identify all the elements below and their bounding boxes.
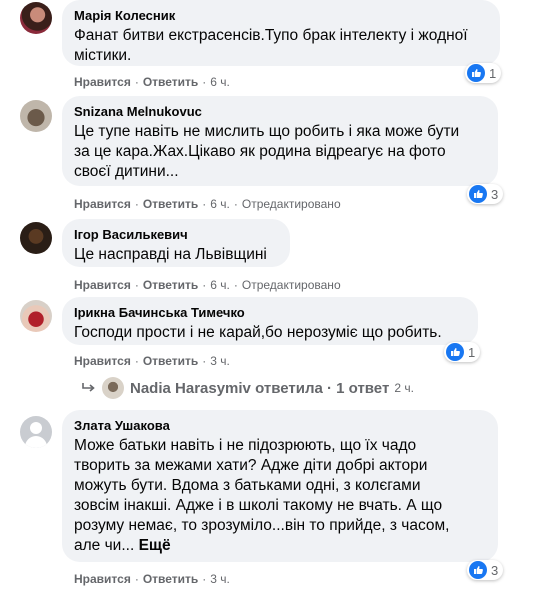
comment-text: Господи прости і не карай,бо нерозуміє щ… xyxy=(74,324,442,341)
like-link[interactable]: Нравится xyxy=(74,75,131,89)
avatar[interactable] xyxy=(20,2,52,34)
reply-arrow-icon xyxy=(82,383,95,392)
thumbs-up-icon xyxy=(467,64,485,82)
reply-link[interactable]: Ответить xyxy=(143,572,198,586)
timestamp[interactable]: 3 ч. xyxy=(210,354,230,368)
timestamp[interactable]: 6 ч. xyxy=(210,278,230,292)
replies-summary[interactable]: Nadia Harasymiv ответила · 1 ответ xyxy=(130,380,389,397)
comment-bubble: Ігор Василькевич Це насправді на Львівщи… xyxy=(62,219,290,267)
like-link[interactable]: Нравится xyxy=(74,354,131,368)
comment-author[interactable]: Snizana Melnukovuc xyxy=(74,104,486,120)
timestamp[interactable]: 6 ч. xyxy=(210,197,230,211)
reaction-count[interactable]: 1 xyxy=(465,63,502,83)
see-more-link[interactable]: Ещё xyxy=(139,537,171,554)
avatar[interactable] xyxy=(20,100,52,132)
comment-actions: Нравится · Ответить · 6 ч. · Отредактировано xyxy=(74,278,341,292)
reaction-count[interactable]: 3 xyxy=(467,184,504,204)
comment-author[interactable]: Злата Ушакова xyxy=(74,418,486,434)
like-link[interactable]: Нравится xyxy=(74,572,131,586)
comment-actions: Нравится · Ответить · 6 ч. xyxy=(74,75,230,89)
comment-actions: Нравится · Ответить · 3 ч. xyxy=(74,572,230,586)
edited-label[interactable]: Отредактировано xyxy=(242,197,341,211)
comment-author[interactable]: Ірикна Бачинська Тимечко xyxy=(74,305,466,321)
like-link[interactable]: Нравится xyxy=(74,278,131,292)
avatar[interactable] xyxy=(20,416,52,448)
like-link[interactable]: Нравится xyxy=(74,197,131,211)
timestamp[interactable]: 6 ч. xyxy=(210,75,230,89)
reaction-count[interactable]: 3 xyxy=(467,560,504,580)
avatar[interactable] xyxy=(20,300,52,332)
comment-text: Може батьки навіть і не підозрюють, що ї… xyxy=(74,437,450,554)
comment-bubble: Ірикна Бачинська Тимечко Господи прости … xyxy=(62,297,478,345)
thumbs-up-icon xyxy=(446,343,464,361)
view-replies-link[interactable]: Nadia Harasymiv ответила · 1 ответ 2 ч. xyxy=(82,376,414,400)
timestamp[interactable]: 2 ч. xyxy=(394,381,414,395)
avatar[interactable] xyxy=(20,222,52,254)
thumbs-up-icon xyxy=(469,185,487,203)
comment-text: Це тупе навіть не мислить що робить і як… xyxy=(74,123,460,180)
comment-author[interactable]: Марія Колесник xyxy=(74,8,488,24)
reaction-count[interactable]: 1 xyxy=(444,342,481,362)
reply-link[interactable]: Ответить xyxy=(143,75,198,89)
timestamp[interactable]: 3 ч. xyxy=(210,572,230,586)
comment-actions: Нравится · Ответить · 6 ч. · Отредактировано xyxy=(74,197,341,211)
comment-bubble: Марія Колесник Фанат битви екстрасенсів.… xyxy=(62,0,500,66)
comment-author[interactable]: Ігор Василькевич xyxy=(74,227,278,243)
comment-bubble: Snizana Melnukovuc Це тупе навіть не мис… xyxy=(62,96,498,186)
reply-link[interactable]: Ответить xyxy=(143,278,198,292)
comment-text: Це насправді на Львівщині xyxy=(74,246,267,263)
thumbs-up-icon xyxy=(469,561,487,579)
comment-text: Фанат битви екстрасенсів.Тупо брак інтел… xyxy=(74,27,468,64)
reply-link[interactable]: Ответить xyxy=(143,197,198,211)
comment-actions: Нравится · Ответить · 3 ч. xyxy=(74,354,230,368)
reply-link[interactable]: Ответить xyxy=(143,354,198,368)
comment-bubble: Злата Ушакова Може батьки навіть і не пі… xyxy=(62,410,498,562)
edited-label[interactable]: Отредактировано xyxy=(242,278,341,292)
avatar xyxy=(102,377,124,399)
